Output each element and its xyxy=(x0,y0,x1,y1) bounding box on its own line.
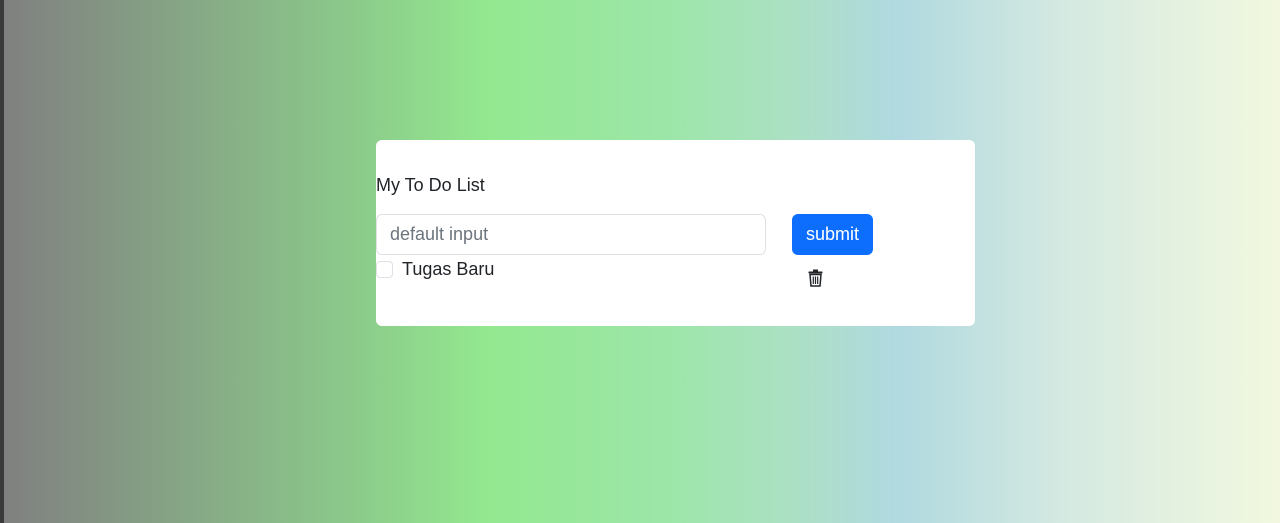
trash-icon[interactable] xyxy=(806,268,824,288)
todo-label: Tugas Baru xyxy=(402,259,495,279)
trash-icon-graphic xyxy=(808,269,822,287)
todo-checkbox[interactable] xyxy=(376,260,393,278)
submit-button[interactable]: submit xyxy=(792,214,873,255)
list-item: Tugas Baru xyxy=(376,258,494,280)
page-title: My To Do List xyxy=(376,175,485,195)
todo-input[interactable] xyxy=(376,214,766,255)
todo-card: My To Do List submit Tugas Baru xyxy=(376,140,975,326)
